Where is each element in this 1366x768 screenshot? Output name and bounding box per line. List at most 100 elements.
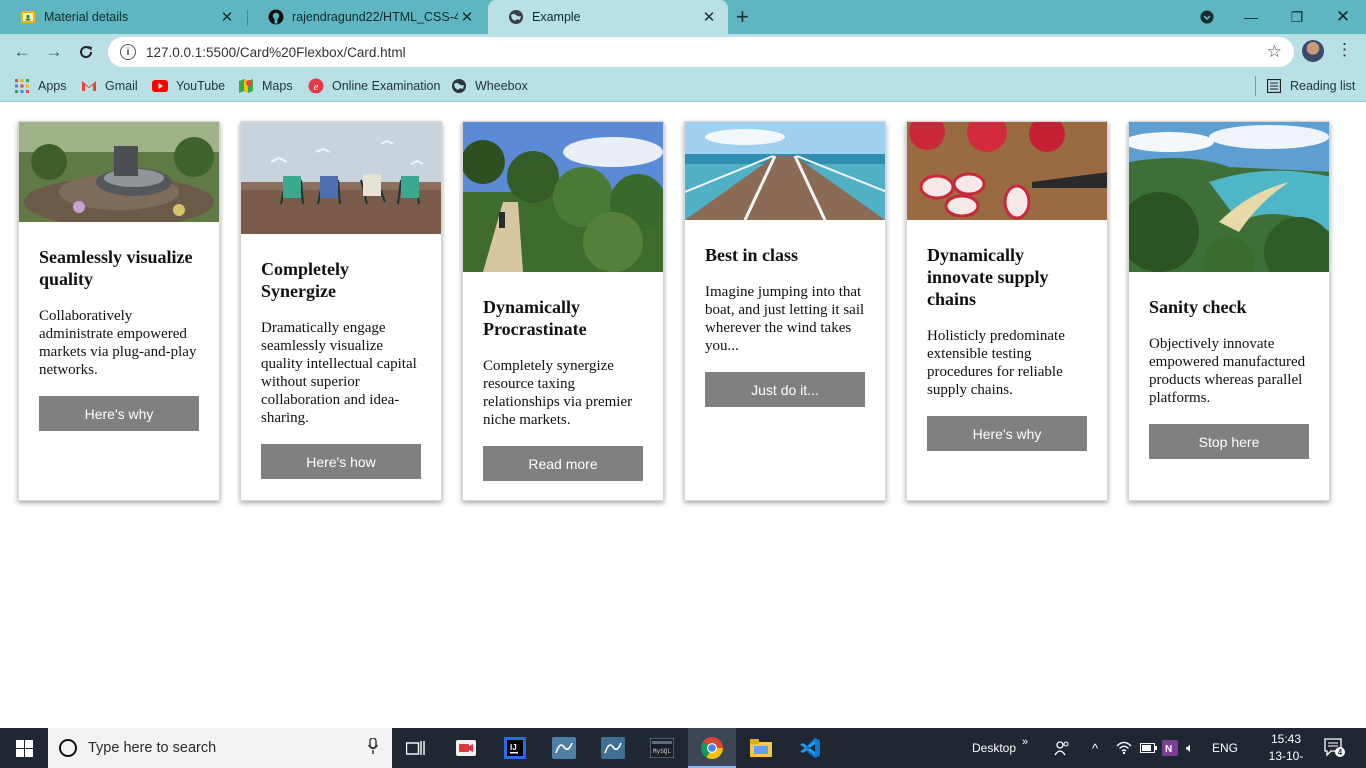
site-info-icon[interactable]: i [120, 44, 136, 60]
tab-strip: Material details ✕ rajendragund22/HTML_C… [0, 0, 1366, 34]
bookmark-star-icon[interactable]: ☆ [1267, 42, 1282, 62]
bookmark-label: Gmail [105, 79, 138, 93]
minimize-icon[interactable]: — [1228, 0, 1274, 34]
new-tab-plus-icon[interactable]: + [736, 4, 749, 30]
battery-icon[interactable] [1140, 728, 1158, 768]
chevron-double-icon[interactable]: » [1022, 722, 1028, 762]
card-body: Dynamically innovate supply chains Holis… [907, 220, 1107, 451]
bookmarks-separator [1255, 76, 1256, 96]
tab-github[interactable]: rajendragund22/HTML_CSS-41 ✕ [248, 0, 486, 34]
bookmark-label: Apps [38, 79, 67, 93]
clock[interactable]: 15:43 13-10-2021 [1256, 731, 1316, 768]
desktop-toolbar-label[interactable]: Desktop [972, 728, 1016, 768]
reading-list-icon [1266, 78, 1282, 94]
svg-text:e: e [314, 82, 319, 93]
card-image-beach-chairs-seagulls [241, 122, 441, 234]
gmail-icon [81, 78, 97, 94]
file-explorer-icon[interactable] [745, 732, 777, 764]
card-button[interactable]: Here's why [927, 416, 1087, 451]
bookmark-label: YouTube [176, 79, 226, 93]
screen-recorder-icon[interactable] [450, 732, 482, 764]
card-title: Dynamically innovate supply chains [927, 245, 1049, 309]
bookmarks-bar: Apps Gmail YouTube Maps e Online Examina… [0, 70, 1366, 102]
profile-avatar[interactable] [1302, 40, 1324, 62]
card-button[interactable]: Just do it... [705, 372, 865, 407]
search-placeholder: Type here to search [88, 740, 217, 756]
people-icon[interactable] [1054, 728, 1070, 768]
close-icon[interactable]: ✕ [700, 8, 718, 26]
task-view-icon[interactable] [400, 732, 432, 764]
card-text: Collaboratively administrate empowered m… [39, 308, 197, 378]
tab-title: rajendragund22/HTML_CSS-41 [292, 10, 458, 24]
mysql-workbench-icon[interactable] [548, 732, 580, 764]
card: Sanity check Objectively innovate empowe… [1128, 121, 1330, 501]
menu-kebab-icon[interactable]: ⋮ [1336, 40, 1353, 60]
wifi-icon[interactable] [1116, 728, 1132, 768]
notifications-icon[interactable]: 4 [1324, 728, 1346, 768]
bookmark-online-examination[interactable]: e Online Examination [308, 76, 440, 96]
close-icon[interactable]: ✕ [458, 8, 476, 26]
svg-text:IJ: IJ [510, 743, 517, 752]
back-arrow-icon[interactable]: ← [10, 40, 34, 64]
language-indicator[interactable]: ENG [1212, 728, 1238, 768]
clock-date: 13-10-2021 [1268, 749, 1304, 768]
card-title: Sanity check [1149, 297, 1247, 317]
bookmark-gmail[interactable]: Gmail [81, 76, 138, 96]
tab-title: Example [532, 10, 581, 24]
card-body: Sanity check Objectively innovate empowe… [1129, 272, 1329, 459]
svg-text:N: N [1165, 744, 1172, 755]
bookmark-wheebox[interactable]: Wheebox [451, 76, 528, 96]
toolbar: ← → i 127.0.0.1:5500/Card%20Flexbox/Card… [0, 34, 1366, 70]
tab-example-active[interactable]: Example ✕ [488, 0, 728, 34]
vscode-icon[interactable] [794, 732, 826, 764]
windows-taskbar: Type here to search IJ MySQL Desktop » ^ [0, 728, 1366, 768]
card-text: Objectively innovate empowered manufactu… [1149, 336, 1306, 406]
microphone-icon[interactable] [367, 737, 379, 758]
card-text: Holisticly predominate extensible testin… [927, 328, 1065, 398]
volume-icon[interactable]: 🔈︎ [1186, 728, 1194, 768]
bookmark-maps[interactable]: Maps [238, 76, 293, 96]
mysql-terminal-icon[interactable]: MySQL [646, 732, 678, 764]
forward-arrow-icon[interactable]: → [42, 40, 66, 64]
chrome-icon[interactable] [688, 728, 736, 768]
windows-logo-icon [15, 739, 33, 757]
card: Dynamically innovate supply chains Holis… [906, 121, 1108, 501]
restore-icon[interactable]: ❐ [1274, 0, 1320, 34]
card-text: Completely synergize resource taxing rel… [483, 358, 633, 428]
bookmark-youtube[interactable]: YouTube [152, 76, 225, 96]
card-button[interactable]: Here's why [39, 396, 199, 431]
apps-grid-icon [14, 78, 30, 94]
clock-time: 15:43 [1270, 732, 1302, 746]
google-classroom-icon [20, 9, 36, 25]
card-title: Completely Synergize [261, 259, 349, 301]
bookmark-apps[interactable]: Apps [14, 76, 67, 96]
card: Best in class Imagine jumping into that … [684, 121, 886, 501]
chevron-up-icon[interactable]: ^ [1092, 728, 1098, 768]
url-text[interactable]: 127.0.0.1:5500/Card%20Flexbox/Card.html [146, 45, 1267, 60]
intellij-idea-icon[interactable]: IJ [499, 732, 531, 764]
card-text: Dramatically engage seamlessly visualize… [261, 320, 417, 426]
mysql-workbench-icon-2[interactable] [597, 732, 629, 764]
card-text: Imagine jumping into that boat, and just… [705, 284, 865, 354]
maps-icon [238, 78, 254, 94]
taskbar-search-box[interactable]: Type here to search [48, 728, 392, 768]
card-button[interactable]: Read more [483, 446, 643, 481]
card-title: Best in class [705, 245, 799, 265]
tab-material-details[interactable]: Material details ✕ [0, 0, 246, 34]
close-window-icon[interactable]: ✕ [1320, 0, 1366, 34]
address-bar[interactable]: i 127.0.0.1:5500/Card%20Flexbox/Card.htm… [108, 37, 1294, 67]
card-button[interactable]: Here's how [261, 444, 421, 479]
page-viewport: Seamlessly visualize quality Collaborati… [0, 103, 1366, 728]
start-button[interactable] [0, 728, 48, 768]
onenote-icon[interactable]: N [1162, 728, 1178, 768]
card-image-tropical-bay [1129, 122, 1329, 272]
reading-list-button[interactable]: Reading list [1266, 76, 1355, 96]
reload-icon[interactable] [74, 40, 98, 64]
close-icon[interactable]: ✕ [218, 8, 236, 26]
cortana-icon [59, 739, 77, 757]
card-image-garden-fountain [19, 122, 219, 222]
card-title: Dynamically Procrastinate [483, 297, 587, 339]
card-button[interactable]: Stop here [1149, 424, 1309, 459]
tab-search-icon[interactable] [1184, 0, 1230, 34]
globe-icon [451, 78, 467, 94]
